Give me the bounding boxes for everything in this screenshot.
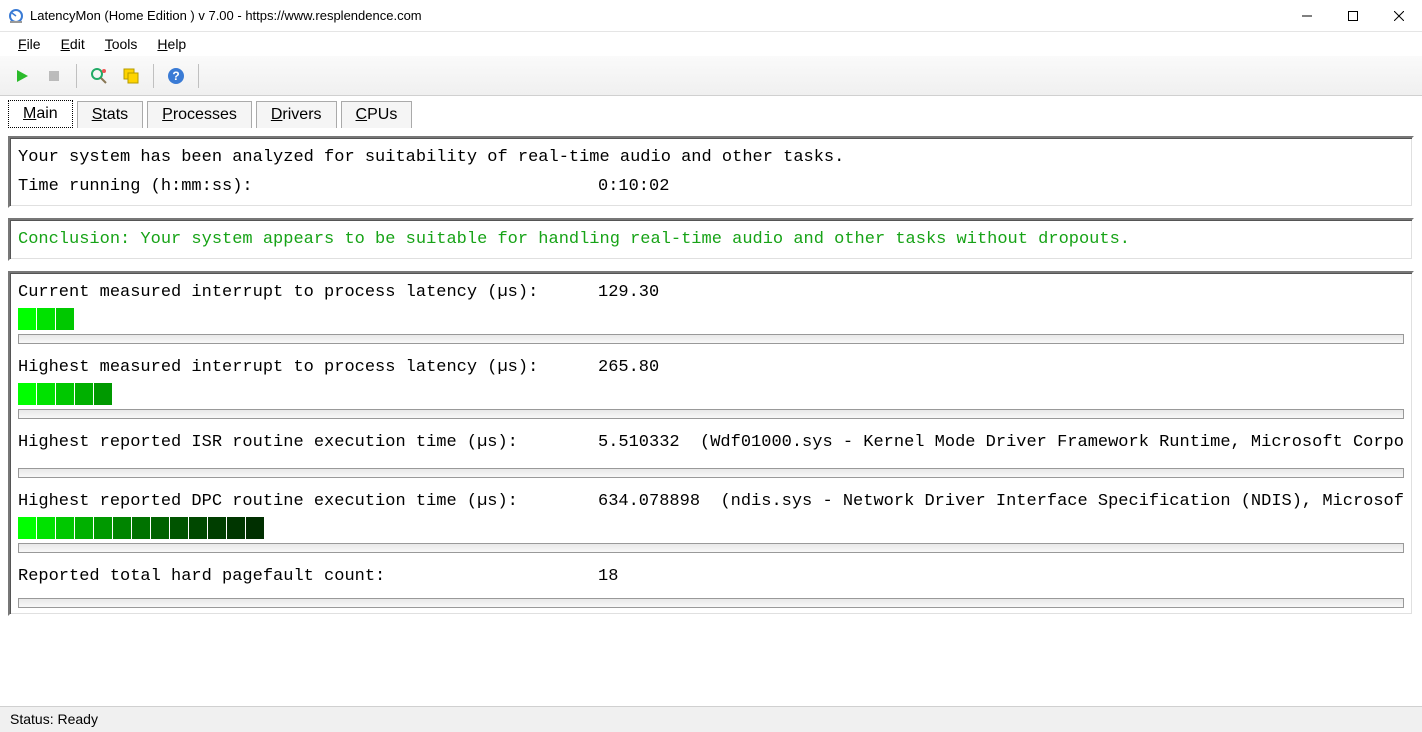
tab-drivers[interactable]: Drivers xyxy=(256,101,337,128)
stop-icon xyxy=(47,69,61,83)
main-content: Your system has been analyzed for suitab… xyxy=(0,128,1422,706)
current-latency-label: Current measured interrupt to process la… xyxy=(18,283,598,302)
window-controls xyxy=(1284,0,1422,31)
pagefault-value: 18 xyxy=(598,567,618,586)
tab-stats[interactable]: Stats xyxy=(77,101,143,128)
tab-main[interactable]: Main xyxy=(8,100,73,128)
menu-edit[interactable]: Edit xyxy=(53,34,93,54)
app-icon xyxy=(8,8,24,24)
dpc-bar xyxy=(18,517,1404,539)
isr-value: 5.510332 (Wdf01000.sys - Kernel Mode Dri… xyxy=(598,433,1404,452)
time-running-label: Time running (h:mm:ss): xyxy=(18,177,598,196)
magnify-icon xyxy=(90,67,108,85)
tab-cpus[interactable]: CPUs xyxy=(341,101,413,128)
highest-latency-label: Highest measured interrupt to process la… xyxy=(18,358,598,377)
toolbar-separator xyxy=(153,64,154,88)
bar-track xyxy=(18,598,1404,608)
time-running-value: 0:10:02 xyxy=(598,177,669,196)
tool-button-2[interactable] xyxy=(117,62,145,90)
minimize-button[interactable] xyxy=(1284,0,1330,31)
tab-processes[interactable]: Processes xyxy=(147,101,252,128)
dpc-detail: (ndis.sys - Network Driver Interface Spe… xyxy=(720,492,1404,511)
title-bar: LatencyMon (Home Edition ) v 7.00 - http… xyxy=(0,0,1422,32)
window-title: LatencyMon (Home Edition ) v 7.00 - http… xyxy=(30,8,422,23)
tab-bar: Main Stats Processes Drivers CPUs xyxy=(0,96,1422,128)
stop-button[interactable] xyxy=(40,62,68,90)
play-button[interactable] xyxy=(8,62,36,90)
status-text: Status: Ready xyxy=(10,711,98,727)
toolbar-separator xyxy=(76,64,77,88)
bar-track xyxy=(18,543,1404,553)
help-icon: ? xyxy=(167,67,185,85)
conclusion-text: Conclusion: Your system appears to be su… xyxy=(18,230,1404,249)
summary-panel: Your system has been analyzed for suitab… xyxy=(8,136,1414,208)
bar-track xyxy=(18,409,1404,419)
isr-bar xyxy=(18,458,1404,464)
toolbar-separator xyxy=(198,64,199,88)
bar-track xyxy=(18,468,1404,478)
close-button[interactable] xyxy=(1376,0,1422,31)
isr-detail: (Wdf01000.sys - Kernel Mode Driver Frame… xyxy=(700,433,1404,452)
highest-latency-value: 265.80 xyxy=(598,358,659,377)
current-latency-value: 129.30 xyxy=(598,283,659,302)
metrics-panel: Current measured interrupt to process la… xyxy=(8,271,1414,616)
menu-bar: File Edit Tools Help xyxy=(0,32,1422,56)
pagefault-label: Reported total hard pagefault count: xyxy=(18,567,598,586)
play-icon xyxy=(14,68,30,84)
menu-help[interactable]: Help xyxy=(149,34,194,54)
summary-line: Your system has been analyzed for suitab… xyxy=(18,148,1404,167)
toolbar: ? xyxy=(0,56,1422,96)
current-latency-bar xyxy=(18,308,1404,330)
dpc-label: Highest reported DPC routine execution t… xyxy=(18,492,598,511)
menu-file[interactable]: File xyxy=(10,34,49,54)
bar-track xyxy=(18,334,1404,344)
status-bar: Status: Ready xyxy=(0,706,1422,732)
dpc-value: 634.078898 (ndis.sys - Network Driver In… xyxy=(598,492,1404,511)
svg-text:?: ? xyxy=(172,69,179,83)
highest-latency-bar xyxy=(18,383,1404,405)
windows-icon xyxy=(122,67,140,85)
maximize-button[interactable] xyxy=(1330,0,1376,31)
tool-button-1[interactable] xyxy=(85,62,113,90)
conclusion-panel: Conclusion: Your system appears to be su… xyxy=(8,218,1414,261)
isr-label: Highest reported ISR routine execution t… xyxy=(18,433,598,452)
help-button[interactable]: ? xyxy=(162,62,190,90)
menu-tools[interactable]: Tools xyxy=(97,34,146,54)
